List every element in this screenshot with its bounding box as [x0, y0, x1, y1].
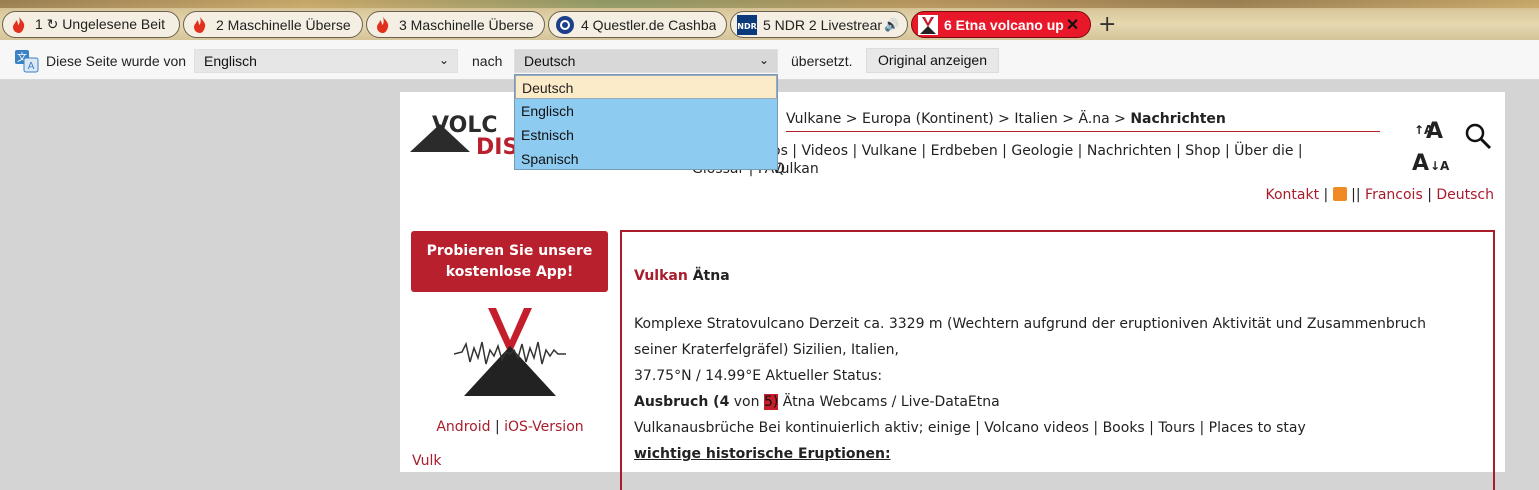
tab-5[interactable]: NDR 5 NDR 2 Livestream 🔊 — [730, 11, 908, 38]
chevron-down-icon: ⌄ — [438, 53, 449, 67]
nav-item[interactable]: Videos — [801, 143, 848, 159]
chevron-down-icon: ⌄ — [758, 53, 769, 67]
volcano-info-box: Vulkan Ätna Komplexe Stratovulcano Derze… — [620, 230, 1495, 490]
contact-link[interactable]: Kontakt — [1265, 187, 1319, 203]
rss-icon[interactable] — [1332, 187, 1347, 201]
svg-text:A: A — [28, 61, 35, 72]
window-frame-decoration — [0, 0, 1539, 8]
tab-2[interactable]: 2 Maschinelle Überse — [183, 11, 363, 38]
app-logo[interactable] — [454, 306, 566, 398]
volcano-discovery-icon — [918, 14, 938, 35]
translate-middle: nach — [472, 53, 503, 69]
eruption-von: von — [733, 394, 760, 410]
tab-label: 5 NDR 2 Livestream — [763, 16, 883, 33]
main-nav: os | Videos | Vulkane | Erdbeben | Geolo… — [772, 143, 1303, 177]
breadcrumb-item[interactable]: Europa (Kontinent) — [862, 111, 994, 127]
svg-text:↓A: ↓A — [1430, 159, 1450, 173]
eruption-label: Ausbruch (4 — [634, 394, 730, 410]
sidebar-link-cut[interactable]: Vulk — [412, 453, 442, 469]
volcano-description-2: seiner Kraterfelgräfel) Sizilien, Italie… — [634, 342, 899, 358]
try-app-button[interactable]: Probieren Sie unsere kostenlose App! — [411, 231, 608, 292]
tab-6-active[interactable]: 6 Etna volcano up ✕ — [911, 11, 1091, 38]
breadcrumb: Vulkane > Europa (Kontinent) > Italien >… — [786, 111, 1380, 132]
svg-text:A: A — [1412, 151, 1429, 174]
target-language-select[interactable]: Deutsch ⌄ — [514, 49, 778, 73]
translate-icon: 文 A — [15, 50, 39, 73]
svg-text:NDR: NDR — [737, 22, 757, 31]
tab-1[interactable]: 1 ↻ Ungelesene Beit — [2, 11, 180, 38]
translate-suffix: übersetzt. — [791, 53, 853, 69]
dropdown-option-englisch[interactable]: Englisch — [515, 99, 777, 123]
dropdown-option-deutsch[interactable]: Deutsch — [515, 75, 777, 99]
breadcrumb-current: Nachrichten — [1130, 111, 1226, 127]
breadcrumb-item[interactable]: Ä.na — [1078, 111, 1109, 127]
nav-item[interactable]: Geologie — [1011, 143, 1073, 159]
breadcrumb-item[interactable]: Vulkane — [786, 111, 841, 127]
tab-label: 1 ↻ Ungelesene Beit — [35, 16, 166, 32]
volcano-coordinates: 37.75°N / 14.99°E Aktueller Status: — [634, 368, 883, 384]
tab-4[interactable]: 4 Questler.de Cashba — [548, 11, 727, 38]
volcano-links: Vulkanausbrüche Bei kontinuierlich aktiv… — [634, 420, 1306, 436]
link-tours[interactable]: Tours — [1158, 420, 1195, 436]
questler-icon — [555, 15, 575, 35]
flame-icon — [190, 15, 210, 35]
nav-item[interactable]: Shop — [1185, 143, 1220, 159]
eruption-status: Ausbruch (4 von 5) Ätna Webcams / Live-D… — [634, 394, 1000, 410]
lang-link-deutsch[interactable]: Deutsch — [1436, 187, 1494, 203]
link-videos[interactable]: Volcano videos — [984, 420, 1089, 436]
tab-strip: 1 ↻ Ungelesene Beit 2 Maschinelle Überse… — [0, 0, 1539, 40]
target-language-value: Deutsch — [524, 53, 576, 69]
dropdown-option-estnisch[interactable]: Estnisch — [515, 123, 777, 147]
volcano-description-1: Komplexe Stratovulcano Derzeit ca. 3329 … — [634, 316, 1426, 332]
language-links: Kontakt | || Francois | Deutsch — [1265, 187, 1494, 203]
android-link[interactable]: Android — [436, 419, 490, 435]
dropdown-option-spanisch[interactable]: Spanisch — [515, 147, 777, 171]
translate-prefix: Diese Seite wurde von — [46, 53, 187, 69]
tab-label: 2 Maschinelle Überse — [216, 16, 351, 33]
speaker-icon[interactable]: 🔊 — [884, 18, 899, 32]
tab-label: 3 Maschinelle Überse — [399, 16, 534, 33]
link-eruptions[interactable]: Vulkanausbrüche Bei kontinuierlich aktiv… — [634, 420, 971, 436]
nav-item[interactable]: Nachrichten — [1087, 143, 1172, 159]
volcano-label[interactable]: Vulkan — [634, 268, 688, 284]
font-size-icon[interactable]: ↑A A A ↓A — [1410, 104, 1450, 174]
flame-icon — [373, 15, 393, 35]
volcano-title: Vulkan Ätna — [634, 268, 730, 284]
nav-item[interactable]: Erdbeben — [931, 143, 998, 159]
svg-text:A: A — [1426, 119, 1443, 144]
nav-item[interactable]: Vulkane — [862, 143, 917, 159]
tab-label: 4 Questler.de Cashba — [581, 16, 717, 33]
link-books[interactable]: Books — [1103, 420, 1145, 436]
eruption-level-badge: 5) — [763, 394, 779, 410]
nav-item[interactable]: Über die — [1234, 143, 1293, 159]
breadcrumb-item[interactable]: Italien — [1014, 111, 1057, 127]
source-language-select[interactable]: Englisch ⌄ — [194, 49, 458, 73]
source-language-value: Englisch — [204, 53, 257, 69]
show-original-button[interactable]: Original anzeigen — [866, 48, 999, 73]
logo-text-bottom: DIS — [476, 135, 518, 156]
ndr-icon: NDR — [737, 14, 757, 35]
close-icon[interactable]: ✕ — [1066, 15, 1079, 35]
ios-link[interactable]: iOS-Version — [504, 419, 584, 435]
tab-3[interactable]: 3 Maschinelle Überse — [366, 11, 545, 38]
tab-label: 6 Etna volcano up — [944, 16, 1064, 33]
site-logo[interactable]: VOLC DIS — [410, 106, 530, 156]
app-store-links: Android | iOS-Version — [436, 419, 584, 435]
flame-icon — [9, 15, 29, 35]
new-tab-button[interactable]: + — [1098, 12, 1116, 37]
lang-link-francois[interactable]: Francois — [1365, 187, 1423, 203]
search-icon[interactable] — [1464, 122, 1492, 150]
target-language-dropdown: Deutsch Englisch Estnisch Spanisch — [514, 74, 778, 170]
link-places[interactable]: Places to stay — [1209, 420, 1306, 436]
webcams-link[interactable]: Ätna Webcams / Live-DataEtna — [783, 394, 1000, 410]
volcano-name: Ätna — [692, 268, 730, 284]
